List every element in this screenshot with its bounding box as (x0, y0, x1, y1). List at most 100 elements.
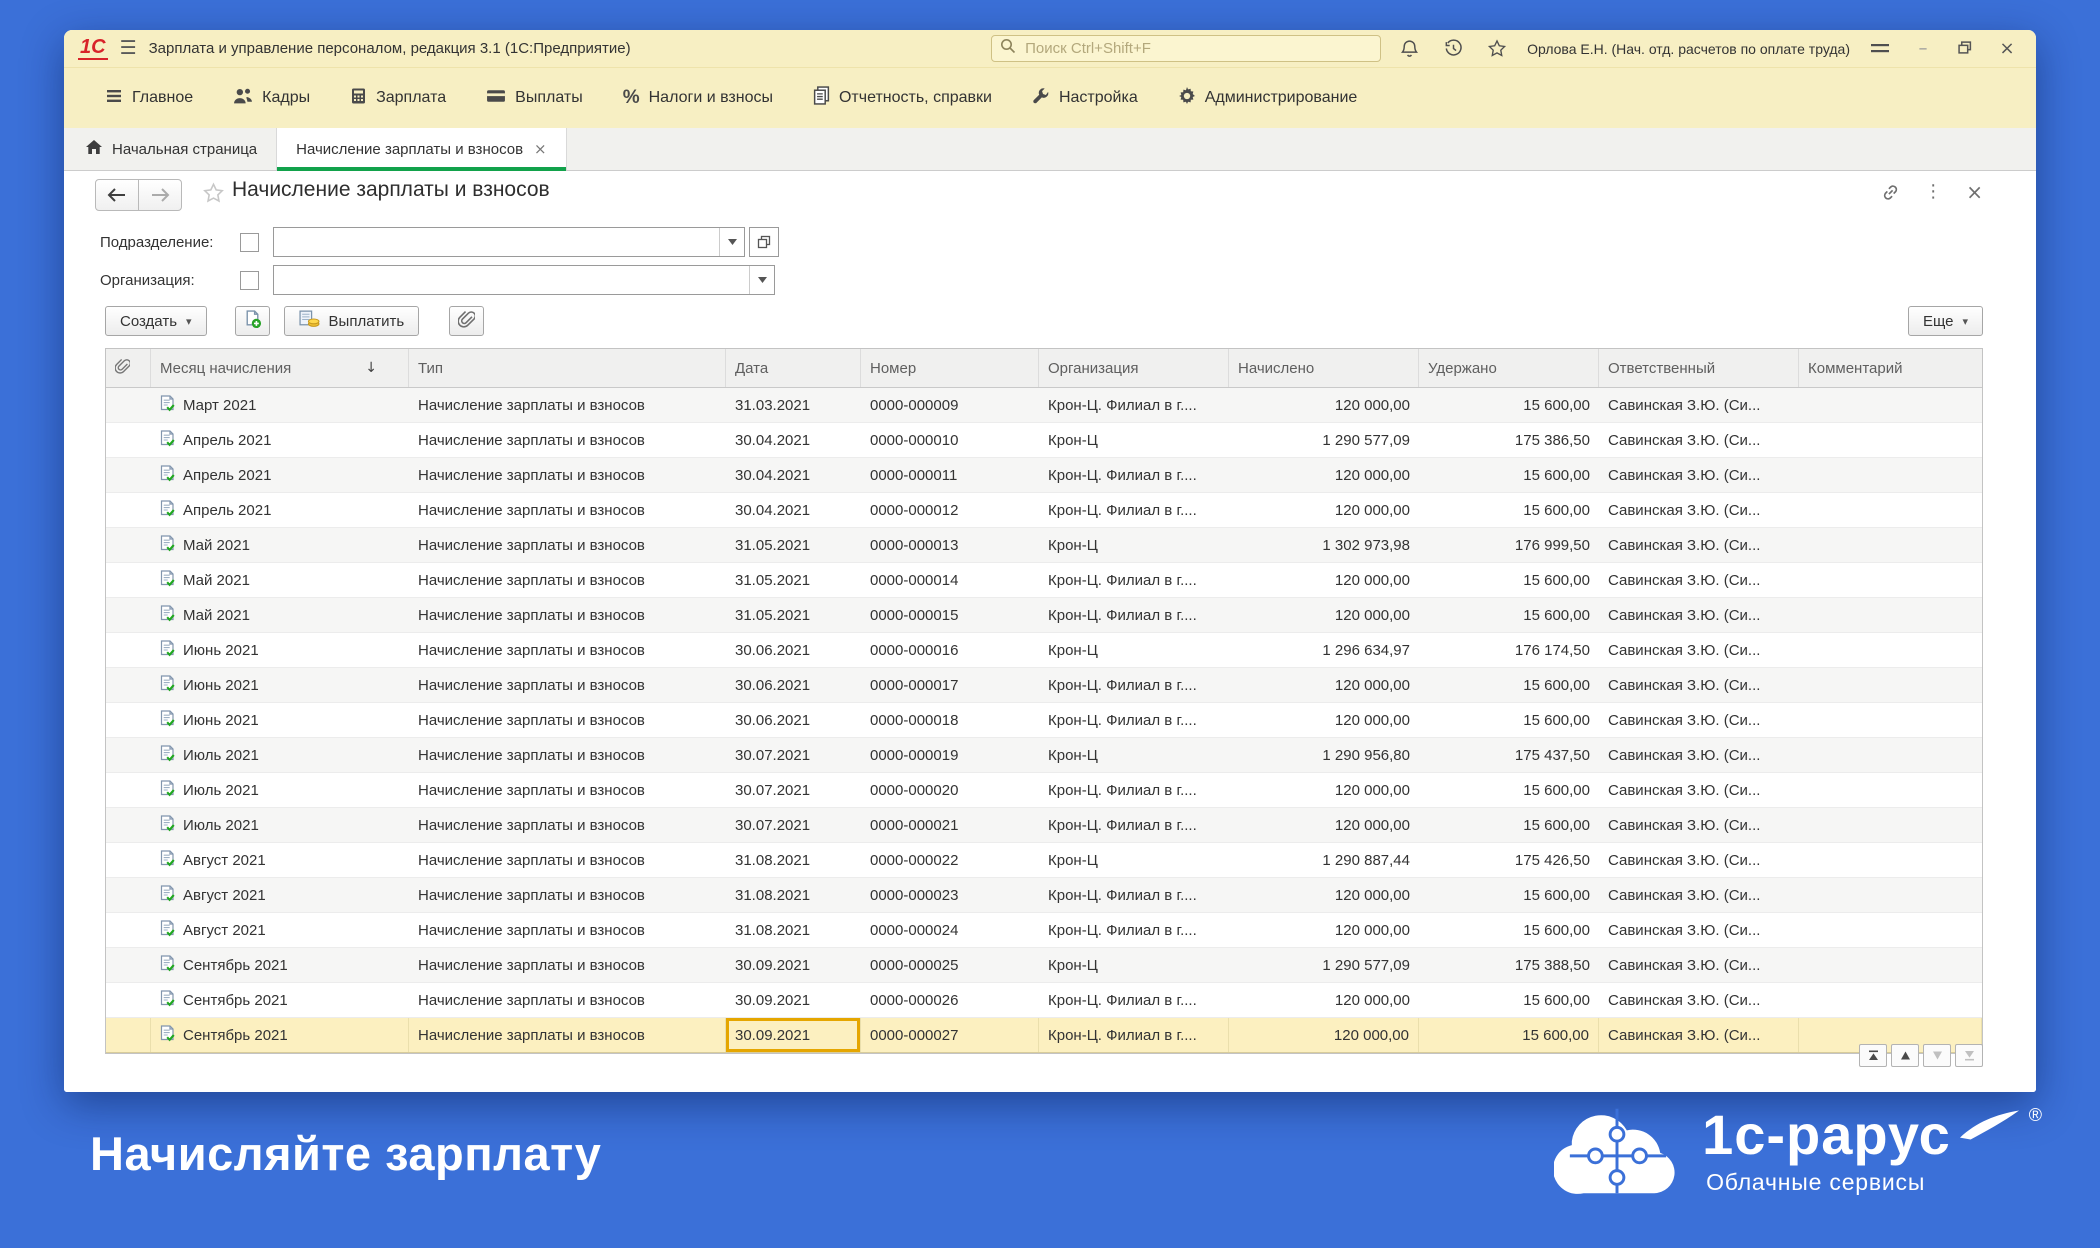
scroll-top-icon[interactable] (1859, 1044, 1887, 1067)
cell-clip[interactable] (106, 948, 151, 982)
cell-date[interactable]: 30.06.2021 (726, 668, 861, 702)
menu-item-administration[interactable]: Администрирование (1163, 78, 1373, 119)
cell-date[interactable]: 31.05.2021 (726, 528, 861, 562)
cell-date[interactable]: 30.06.2021 (726, 633, 861, 667)
cell-accrued[interactable]: 1 290 577,09 (1229, 423, 1419, 457)
cell-responsible[interactable]: Савинская З.Ю. (Си... (1599, 493, 1799, 527)
cell-comment[interactable] (1799, 458, 1982, 492)
cell-month[interactable]: Август 2021 (151, 913, 409, 947)
cell-withheld[interactable]: 15 600,00 (1419, 703, 1599, 737)
cell-clip[interactable] (106, 843, 151, 877)
cell-number[interactable]: 0000-000025 (861, 948, 1039, 982)
cell-month[interactable]: Июль 2021 (151, 773, 409, 807)
cell-month[interactable]: Июнь 2021 (151, 668, 409, 702)
cell-clip[interactable] (106, 983, 151, 1017)
cell-number[interactable]: 0000-000027 (861, 1018, 1039, 1052)
table-row[interactable]: Сентябрь 2021 Начисление зарплаты и взно… (106, 948, 1982, 983)
cell-comment[interactable] (1799, 668, 1982, 702)
cell-month[interactable]: Сентябрь 2021 (151, 983, 409, 1017)
cell-comment[interactable] (1799, 878, 1982, 912)
cell-type[interactable]: Начисление зарплаты и взносов (409, 1018, 726, 1052)
cell-accrued[interactable]: 1 290 956,80 (1229, 738, 1419, 772)
cell-type[interactable]: Начисление зарплаты и взносов (409, 458, 726, 492)
cell-withheld[interactable]: 175 386,50 (1419, 423, 1599, 457)
column-header-responsible[interactable]: Ответственный (1599, 349, 1799, 387)
cell-clip[interactable] (106, 878, 151, 912)
cell-org[interactable]: Крон-Ц. Филиал в г.... (1039, 563, 1229, 597)
table-row[interactable]: Август 2021 Начисление зарплаты и взносо… (106, 878, 1982, 913)
menu-item-hr[interactable]: Кадры (218, 78, 325, 119)
cell-date[interactable]: 31.05.2021 (726, 563, 861, 597)
cell-date[interactable]: 30.09.2021 (726, 948, 861, 982)
cell-type[interactable]: Начисление зарплаты и взносов (409, 948, 726, 982)
cell-responsible[interactable]: Савинская З.Ю. (Си... (1599, 948, 1799, 982)
cell-month[interactable]: Май 2021 (151, 563, 409, 597)
cell-number[interactable]: 0000-000010 (861, 423, 1039, 457)
cell-date[interactable]: 30.07.2021 (726, 738, 861, 772)
cell-clip[interactable] (106, 633, 151, 667)
cell-type[interactable]: Начисление зарплаты и взносов (409, 668, 726, 702)
table-row[interactable]: Май 2021 Начисление зарплаты и взносов 3… (106, 563, 1982, 598)
cell-number[interactable]: 0000-000014 (861, 563, 1039, 597)
cell-withheld[interactable]: 15 600,00 (1419, 563, 1599, 597)
cell-number[interactable]: 0000-000020 (861, 773, 1039, 807)
minimize-icon[interactable]: – (1908, 40, 1938, 58)
cell-date[interactable]: 31.08.2021 (726, 843, 861, 877)
cell-accrued[interactable]: 120 000,00 (1229, 703, 1419, 737)
cell-org[interactable]: Крон-Ц (1039, 948, 1229, 982)
cell-type[interactable]: Начисление зарплаты и взносов (409, 843, 726, 877)
cell-type[interactable]: Начисление зарплаты и взносов (409, 598, 726, 632)
organization-checkbox[interactable] (240, 271, 259, 290)
table-row[interactable]: Июнь 2021 Начисление зарплаты и взносов … (106, 668, 1982, 703)
cell-type[interactable]: Начисление зарплаты и взносов (409, 983, 726, 1017)
cell-type[interactable]: Начисление зарплаты и взносов (409, 738, 726, 772)
hamburger-icon[interactable]: ☰ (120, 39, 137, 58)
cell-number[interactable]: 0000-000021 (861, 808, 1039, 842)
cell-clip[interactable] (106, 773, 151, 807)
cell-month[interactable]: Апрель 2021 (151, 458, 409, 492)
cell-month[interactable]: Сентябрь 2021 (151, 1018, 409, 1052)
cell-number[interactable]: 0000-000013 (861, 528, 1039, 562)
cell-month[interactable]: Апрель 2021 (151, 423, 409, 457)
cell-responsible[interactable]: Савинская З.Ю. (Си... (1599, 738, 1799, 772)
cell-month[interactable]: Июль 2021 (151, 808, 409, 842)
cell-clip[interactable] (106, 388, 151, 422)
cell-accrued[interactable]: 1 296 634,97 (1229, 633, 1419, 667)
menu-item-reports[interactable]: Отчетность, справки (798, 77, 1007, 119)
cell-responsible[interactable]: Савинская З.Ю. (Си... (1599, 913, 1799, 947)
cell-date[interactable]: 31.05.2021 (726, 598, 861, 632)
cell-withheld[interactable]: 15 600,00 (1419, 878, 1599, 912)
cell-responsible[interactable]: Савинская З.Ю. (Си... (1599, 878, 1799, 912)
cell-month[interactable]: Май 2021 (151, 528, 409, 562)
cell-month[interactable]: Июль 2021 (151, 738, 409, 772)
column-header-month[interactable]: Месяц начисления↓ (151, 349, 409, 387)
cell-type[interactable]: Начисление зарплаты и взносов (409, 703, 726, 737)
cell-date[interactable]: 30.09.2021 (726, 983, 861, 1017)
cell-withheld[interactable]: 15 600,00 (1419, 598, 1599, 632)
cell-accrued[interactable]: 1 290 887,44 (1229, 843, 1419, 877)
cell-org[interactable]: Крон-Ц (1039, 633, 1229, 667)
open-list-icon[interactable] (749, 227, 779, 257)
cell-type[interactable]: Начисление зарплаты и взносов (409, 913, 726, 947)
column-header-accrued[interactable]: Начислено (1229, 349, 1419, 387)
cell-month[interactable]: Март 2021 (151, 388, 409, 422)
cell-accrued[interactable]: 120 000,00 (1229, 878, 1419, 912)
cell-withheld[interactable]: 175 388,50 (1419, 948, 1599, 982)
table-row[interactable]: Август 2021 Начисление зарплаты и взносо… (106, 913, 1982, 948)
cell-withheld[interactable]: 175 426,50 (1419, 843, 1599, 877)
cell-date[interactable]: 31.08.2021 (726, 878, 861, 912)
table-row[interactable]: Июнь 2021 Начисление зарплаты и взносов … (106, 703, 1982, 738)
table-row[interactable]: Май 2021 Начисление зарплаты и взносов 3… (106, 528, 1982, 563)
table-row[interactable]: Апрель 2021 Начисление зарплаты и взносо… (106, 423, 1982, 458)
cell-type[interactable]: Начисление зарплаты и взносов (409, 493, 726, 527)
cell-clip[interactable] (106, 563, 151, 597)
table-row[interactable]: Июль 2021 Начисление зарплаты и взносов … (106, 738, 1982, 773)
cell-accrued[interactable]: 120 000,00 (1229, 808, 1419, 842)
cell-withheld[interactable]: 175 437,50 (1419, 738, 1599, 772)
cell-type[interactable]: Начисление зарплаты и взносов (409, 633, 726, 667)
cell-accrued[interactable]: 1 290 577,09 (1229, 948, 1419, 982)
cell-month[interactable]: Май 2021 (151, 598, 409, 632)
menu-item-setup[interactable]: Настройка (1017, 78, 1153, 119)
cell-withheld[interactable]: 15 600,00 (1419, 773, 1599, 807)
cell-responsible[interactable]: Савинская З.Ю. (Си... (1599, 808, 1799, 842)
